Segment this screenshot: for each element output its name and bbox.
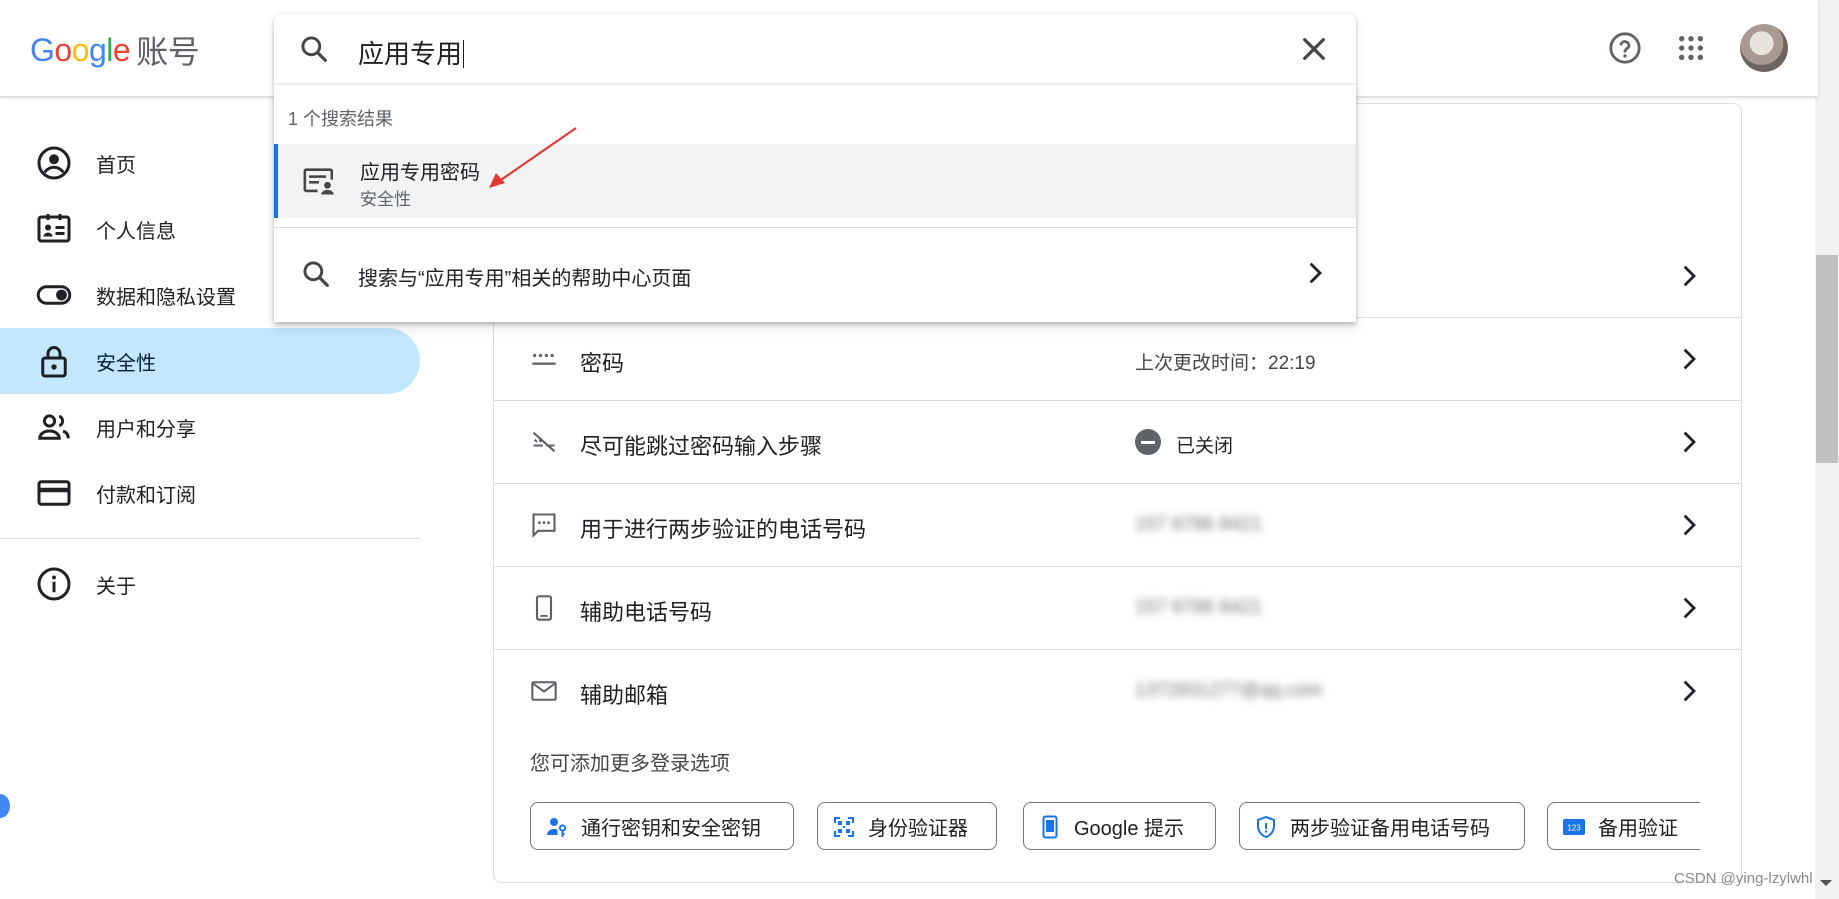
password-row[interactable]: 密码 上次更改时间：22:19 — [494, 317, 1741, 400]
qr-code-icon — [834, 817, 854, 837]
search-input[interactable]: 应用专用 — [274, 14, 1356, 84]
password-card-icon — [303, 168, 334, 195]
chevron-right-icon — [1683, 514, 1696, 536]
two-step-phone-row[interactable]: 用于进行两步验证的电话号码 157 6786 8421 — [494, 483, 1741, 566]
chip-label: 通行密钥和安全密钥 — [581, 817, 761, 840]
help-center-search-item[interactable]: 搜索与“应用专用”相关的帮助中心页面 — [274, 228, 1356, 323]
status-off-icon — [1135, 429, 1161, 455]
recovery-phone-row[interactable]: 辅助电话号码 157 6786 8421 — [494, 566, 1741, 649]
chip-authenticator[interactable]: 身份验证器 — [817, 802, 997, 850]
account-circle-icon — [37, 146, 71, 180]
row-value: 157 6786 8421 — [1135, 597, 1262, 618]
result-title: 应用专用密码 — [360, 162, 480, 184]
more-options-label: 您可添加更多登录选项 — [530, 753, 730, 775]
chip-label: 备用验证 — [1598, 817, 1678, 840]
scroll-down-arrow-icon[interactable] — [1820, 880, 1832, 886]
logo-letter: G — [30, 31, 55, 68]
page: Google 账号 首页 个人信息 数据和隐私设置 安全性 用户和分享 付款和订… — [0, 0, 1839, 899]
sign-in-options-chips: 通行密钥和安全密钥 身份验证器 Google 提示 两步验证备用电话号码 123… — [530, 802, 1700, 854]
help-circle-icon[interactable] — [1605, 28, 1645, 68]
logo-letter: o — [54, 31, 72, 68]
search-icon[interactable] — [298, 33, 330, 65]
avatar[interactable] — [1740, 24, 1788, 72]
toggle-icon — [36, 285, 72, 305]
logo-letter: g — [88, 31, 107, 68]
status-badge: 已关闭 — [1176, 436, 1234, 457]
sms-icon — [532, 513, 556, 539]
sidebar-item-about[interactable]: 关于 — [0, 551, 420, 617]
passkey-person-icon — [547, 818, 567, 837]
backup-codes-icon: 123 — [1563, 819, 1585, 835]
sidebar-item-label: 个人信息 — [96, 220, 176, 243]
search-results-dropdown: 1 个搜索结果 应用专用密码 安全性 搜索与“应用专用”相关的帮助中心页面 — [274, 84, 1356, 322]
row-label: 辅助电话号码 — [580, 600, 713, 625]
sidebar-divider — [0, 538, 420, 539]
chip-label: Google 提示 — [1074, 817, 1185, 840]
logo-letter: l — [106, 31, 113, 68]
skip-password-row[interactable]: 尽可能跳过密码输入步骤 已关闭 — [494, 400, 1741, 483]
password-dots-icon — [532, 353, 556, 365]
chevron-right-icon[interactable] — [1674, 261, 1704, 291]
close-icon[interactable] — [1298, 33, 1330, 65]
sidebar-item-payments[interactable]: 付款和订阅 — [0, 460, 420, 526]
id-card-icon — [37, 214, 71, 243]
logo-letter: o — [71, 31, 90, 68]
result-subtitle: 安全性 — [360, 190, 411, 209]
sidebar-item-label: 用户和分享 — [96, 418, 196, 441]
lock-icon — [41, 346, 67, 378]
chip-google-prompt[interactable]: Google 提示 — [1023, 802, 1216, 850]
logo-suffix: 账号 — [136, 34, 200, 70]
sidebar-item-label: 关于 — [96, 575, 136, 598]
sidebar-item-label: 首页 — [96, 154, 136, 177]
mail-icon — [531, 681, 557, 701]
credit-card-icon — [37, 480, 71, 506]
phone-prompt-icon — [1042, 815, 1058, 839]
chevron-right-icon — [1309, 262, 1322, 284]
sidebar-item-people-sharing[interactable]: 用户和分享 — [0, 394, 420, 460]
search-query[interactable]: 应用专用 — [358, 34, 464, 71]
row-label: 用于进行两步验证的电话号码 — [580, 517, 867, 542]
row-label: 辅助邮箱 — [580, 683, 669, 708]
sidebar-item-label: 安全性 — [96, 352, 156, 375]
feedback-dot[interactable] — [0, 794, 10, 818]
annotation-arrow-icon — [489, 127, 577, 188]
info-icon — [37, 567, 71, 601]
chip-backup-codes[interactable]: 123 备用验证 — [1547, 802, 1700, 850]
chevron-right-icon — [1683, 597, 1696, 619]
row-value: 1372831277@qq.com — [1135, 680, 1323, 701]
chevron-right-icon — [1683, 431, 1696, 453]
svg-text:123: 123 — [1567, 824, 1581, 833]
chip-backup-phone[interactable]: 两步验证备用电话号码 — [1239, 802, 1525, 850]
row-value: 157 6786 8421 — [1135, 514, 1262, 535]
help-search-text: 搜索与“应用专用”相关的帮助中心页面 — [358, 268, 692, 290]
google-account-logo[interactable]: Google 账号 — [30, 30, 200, 71]
sidebar-item-label: 付款和订阅 — [96, 484, 196, 507]
chip-label: 身份验证器 — [868, 817, 968, 840]
apps-grid-icon[interactable] — [1671, 28, 1711, 68]
chip-label: 两步验证备用电话号码 — [1290, 817, 1490, 840]
row-value: 上次更改时间：22:19 — [1135, 353, 1316, 374]
phone-icon — [535, 595, 553, 621]
watermark: CSDN @ying-lzylwhl — [1674, 870, 1813, 887]
chevron-right-icon — [1683, 680, 1696, 702]
row-label: 密码 — [580, 351, 625, 376]
sidebar-item-security[interactable]: 安全性 — [0, 328, 420, 394]
recovery-email-row[interactable]: 辅助邮箱 1372831277@qq.com — [494, 649, 1741, 732]
search-result-item[interactable]: 应用专用密码 安全性 — [274, 144, 1356, 218]
row-label: 尽可能跳过密码输入步骤 — [580, 434, 823, 459]
logo-letter: e — [112, 31, 131, 68]
sidebar-item-label: 数据和隐私设置 — [96, 286, 236, 309]
chip-passkeys[interactable]: 通行密钥和安全密钥 — [530, 802, 794, 850]
shield-icon — [1257, 815, 1275, 839]
chevron-right-icon — [1683, 348, 1696, 370]
search-icon — [303, 261, 329, 287]
people-icon — [38, 414, 70, 440]
passkey-off-icon — [532, 431, 556, 453]
result-count: 1 个搜索结果 — [288, 109, 394, 129]
scrollbar-thumb[interactable] — [1816, 255, 1838, 463]
